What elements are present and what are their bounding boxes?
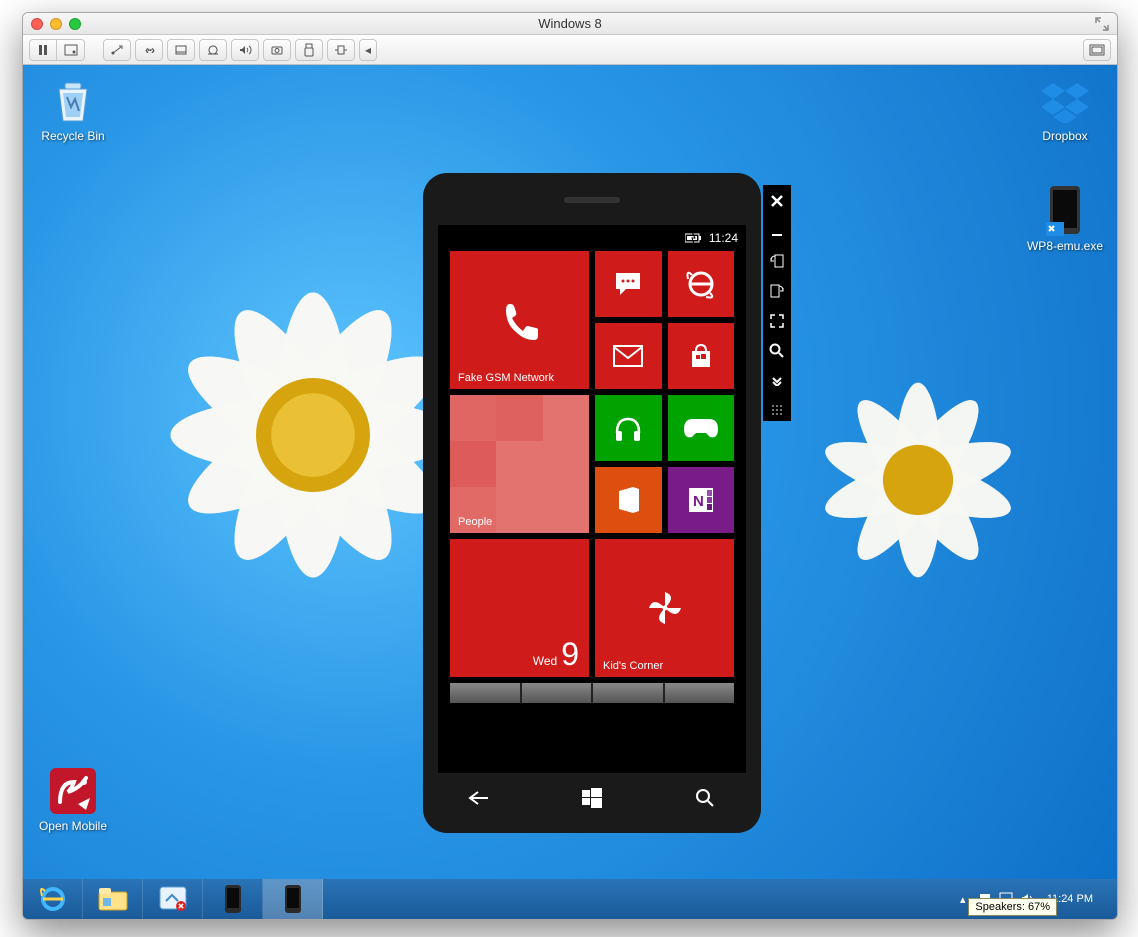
sound-button[interactable]	[231, 39, 259, 61]
back-button[interactable]	[449, 790, 509, 806]
mail-tile[interactable]	[595, 323, 662, 389]
emu-zoom-icon[interactable]	[767, 341, 787, 361]
system-tray[interactable]: ▴ Speakers: 67% 11:24 PM	[949, 879, 1117, 919]
recycle-bin-icon[interactable]: Recycle Bin	[33, 75, 113, 143]
taskbar-app[interactable]	[143, 879, 203, 919]
collapse-button[interactable]: ◂	[359, 39, 377, 61]
svg-text:N: N	[693, 493, 704, 510]
icon-label: Recycle Bin	[33, 129, 113, 143]
vm-toolbar: ‹··› ◂	[23, 35, 1117, 65]
minimize-icon[interactable]	[50, 18, 62, 30]
start-tiles: Fake GSM Network People N	[450, 251, 734, 749]
emu-rotate-right-icon[interactable]	[767, 281, 787, 301]
wp8-emu-icon[interactable]: WP8-emu.exe	[1025, 185, 1105, 253]
view-mode-button[interactable]	[1083, 39, 1111, 61]
dropbox-icon[interactable]: Dropbox	[1025, 75, 1105, 143]
taskbar-explorer[interactable]	[83, 879, 143, 919]
messaging-tile[interactable]	[595, 251, 662, 317]
photos-tile[interactable]	[450, 683, 734, 703]
snapshot-button[interactable]	[57, 39, 85, 61]
calendar-tile[interactable]: Wed 9	[450, 539, 589, 677]
ie-icon	[686, 269, 716, 299]
people-tile[interactable]: People	[450, 395, 589, 533]
network-button[interactable]: ‹··›	[135, 39, 163, 61]
ie-tile[interactable]	[668, 251, 735, 317]
chat-icon	[614, 271, 642, 297]
camera-button[interactable]	[263, 39, 291, 61]
taskbar[interactable]: ▴ Speakers: 67% 11:24 PM	[23, 879, 1117, 919]
phone-statusbar: 11:24	[438, 225, 746, 251]
kids-corner-tile[interactable]: Kid's Corner	[595, 539, 734, 677]
emu-rotate-left-icon[interactable]	[767, 251, 787, 271]
onenote-tile[interactable]: N	[668, 467, 735, 533]
headphones-icon	[613, 413, 643, 443]
store-tile[interactable]	[668, 323, 735, 389]
icon-label: Dropbox	[1025, 129, 1105, 143]
tile-label: Fake GSM Network	[458, 372, 554, 384]
cd-button[interactable]	[199, 39, 227, 61]
icon-label: WP8-emu.exe	[1025, 239, 1105, 253]
phone-tile[interactable]: Fake GSM Network	[450, 251, 589, 389]
phone-nav-buttons	[423, 781, 761, 815]
emu-close-icon[interactable]	[767, 191, 787, 211]
volume-tooltip: Speakers: 67%	[968, 898, 1057, 916]
tile-label: Kid's Corner	[603, 660, 663, 672]
office-icon	[615, 485, 641, 515]
earpiece	[564, 197, 620, 203]
taskbar-ie[interactable]	[23, 879, 83, 919]
share-button[interactable]	[327, 39, 355, 61]
hdd-button[interactable]	[167, 39, 195, 61]
mail-icon	[613, 345, 643, 367]
music-tile[interactable]	[595, 395, 662, 461]
onenote-icon: N	[687, 486, 715, 514]
office-tile[interactable]	[595, 467, 662, 533]
mac-titlebar[interactable]: Windows 8	[23, 13, 1117, 35]
start-button[interactable]	[562, 788, 622, 808]
settings-button[interactable]	[103, 39, 131, 61]
fullscreen-button[interactable]	[1095, 17, 1109, 31]
vm-window: Windows 8 ‹··› ◂	[22, 12, 1118, 920]
guest-desktop[interactable]: Recycle Bin Dropbox WP8-emu.exe Open Mob…	[23, 65, 1117, 919]
pinwheel-icon	[643, 586, 687, 630]
emulator-toolbar[interactable]	[763, 185, 791, 421]
emu-minimize-icon[interactable]	[767, 221, 787, 241]
cal-date: 9	[561, 636, 579, 673]
drag-handle-icon[interactable]	[772, 405, 782, 415]
icon-label: Open Mobile	[33, 819, 113, 833]
emu-more-icon[interactable]	[767, 371, 787, 391]
close-icon[interactable]	[31, 18, 43, 30]
emu-fit-icon[interactable]	[767, 311, 787, 331]
xbox-icon	[684, 417, 718, 439]
phone-screen[interactable]: 11:24 Fake GSM Network People	[438, 225, 746, 773]
wallpaper-flower	[783, 345, 1053, 615]
phone-emulator[interactable]: 11:24 Fake GSM Network People	[423, 173, 761, 833]
phone-icon	[496, 296, 544, 344]
cal-weekday: Wed	[533, 654, 557, 668]
taskbar-emulator-active[interactable]	[263, 879, 323, 919]
battery-icon	[685, 232, 703, 244]
phone-clock: 11:24	[709, 231, 738, 245]
pause-button[interactable]	[29, 39, 57, 61]
games-tile[interactable]	[668, 395, 735, 461]
open-mobile-icon[interactable]: Open Mobile	[33, 765, 113, 833]
zoom-icon[interactable]	[69, 18, 81, 30]
search-button[interactable]	[675, 788, 735, 808]
traffic-lights	[31, 18, 81, 30]
window-title: Windows 8	[23, 16, 1117, 31]
tile-label: People	[458, 516, 492, 528]
store-icon	[688, 343, 714, 369]
usb-button[interactable]	[295, 39, 323, 61]
taskbar-emulator[interactable]	[203, 879, 263, 919]
